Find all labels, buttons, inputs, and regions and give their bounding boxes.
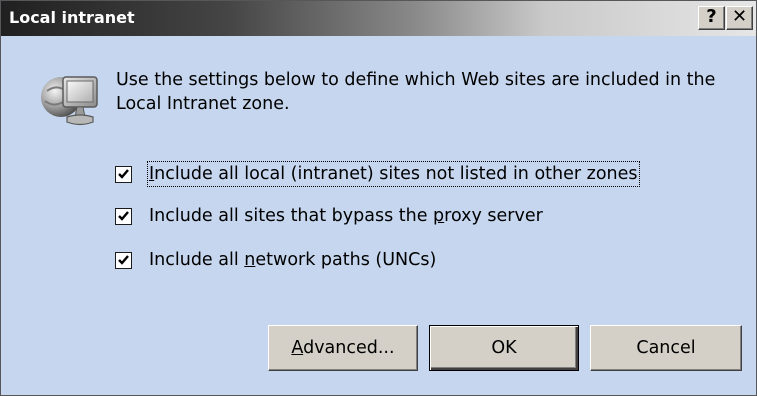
checkmark-icon [118,169,129,179]
checkbox-include-bypass-proxy[interactable] [115,208,132,225]
checkmark-icon [118,255,129,265]
option-label-include-local-sites: Include all local (intranet) sites not l… [147,161,640,187]
close-icon: ✕ [731,6,748,27]
checkbox-include-network-paths[interactable] [115,252,132,269]
zone-description-text: Use the settings below to define which W… [116,70,716,114]
option-label-include-bypass-proxy: Include all sites that bypass the proxy … [149,206,543,226]
checkmark-icon [118,211,129,221]
checkbox-include-local-sites[interactable] [115,166,132,183]
ok-button[interactable]: OK [429,325,579,371]
dialog-title: Local intranet [9,8,135,27]
help-icon: ? [706,6,717,27]
advanced-button[interactable]: Advanced... [268,325,418,371]
title-bar[interactable]: Local intranet ? ✕ [1,1,756,36]
cancel-button[interactable]: Cancel [590,325,742,371]
intranet-computer-globe-icon [39,67,103,131]
option-label-include-network-paths: Include all network paths (UNCs) [149,250,437,270]
close-button[interactable]: ✕ [726,6,753,30]
local-intranet-dialog: Local intranet ? ✕ Use the settings belo… [0,0,757,396]
help-button[interactable]: ? [698,6,725,30]
